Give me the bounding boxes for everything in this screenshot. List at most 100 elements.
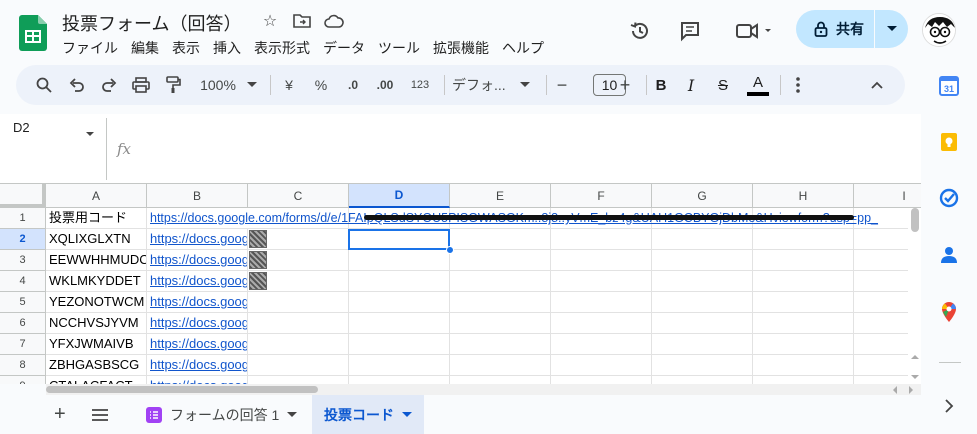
empty-cell[interactable] [652, 313, 753, 334]
empty-cell[interactable] [450, 250, 551, 271]
scroll-left-arrow-icon[interactable] [892, 386, 898, 394]
empty-cell[interactable] [551, 292, 652, 313]
font-size-decrease-button[interactable]: − [552, 65, 572, 105]
cell-b9[interactable]: https://docs.goog [147, 376, 248, 384]
cell-b5[interactable]: https://docs.goog [147, 292, 248, 313]
meet-video-icon[interactable] [730, 13, 776, 49]
row-header-7[interactable]: 7 [0, 334, 46, 355]
empty-cell[interactable] [450, 271, 551, 292]
scroll-up-arrow-icon[interactable] [911, 354, 919, 360]
select-all-corner[interactable] [0, 184, 46, 208]
empty-cell[interactable] [349, 229, 450, 250]
menu-format[interactable]: 表示形式 [254, 38, 310, 58]
empty-cell[interactable] [753, 334, 854, 355]
text-color-button[interactable]: A [746, 65, 770, 105]
user-avatar[interactable] [922, 13, 956, 47]
zoom-dropdown-icon[interactable] [245, 65, 259, 105]
cell-a3[interactable]: EEWWHHMUDC [46, 250, 147, 271]
menu-data[interactable]: データ [323, 38, 365, 58]
print-icon[interactable] [129, 65, 153, 105]
share-dropdown-icon[interactable] [875, 26, 908, 32]
paint-format-icon[interactable] [161, 65, 185, 105]
menu-edit[interactable]: 編集 [131, 38, 159, 58]
qr-code-image[interactable] [249, 251, 267, 269]
collapse-toolbar-icon[interactable] [866, 65, 888, 105]
empty-cell[interactable] [652, 355, 753, 376]
empty-cell[interactable] [652, 292, 753, 313]
column-header-b[interactable]: B [147, 184, 248, 208]
row-header-5[interactable]: 5 [0, 292, 46, 313]
cell-b6[interactable]: https://docs.goog [147, 313, 248, 334]
empty-cell[interactable] [753, 271, 854, 292]
font-dropdown-icon[interactable] [518, 65, 532, 105]
undo-icon[interactable] [65, 65, 89, 105]
add-sheet-button[interactable]: + [54, 395, 66, 434]
qr-code-image[interactable] [249, 272, 267, 290]
cell-b3[interactable]: https://docs.goog [147, 250, 248, 271]
empty-cell[interactable] [349, 271, 450, 292]
more-options-icon[interactable] [788, 65, 808, 105]
cell-b7[interactable]: https://docs.goog [147, 334, 248, 355]
cell-a2[interactable]: XQLIXGLXTN [46, 229, 147, 250]
empty-cell[interactable] [652, 229, 753, 250]
empty-cell[interactable] [450, 313, 551, 334]
row-header-4[interactable]: 4 [0, 271, 46, 292]
empty-cell[interactable] [248, 376, 349, 384]
empty-cell[interactable] [450, 376, 551, 384]
column-header-c[interactable]: C [248, 184, 349, 208]
empty-cell[interactable] [349, 313, 450, 334]
bold-button[interactable]: B [650, 65, 672, 105]
fill-handle[interactable] [446, 246, 454, 254]
empty-cell[interactable] [753, 292, 854, 313]
empty-cell[interactable] [450, 292, 551, 313]
calendar-icon[interactable]: 31 [939, 76, 961, 98]
scroll-right-arrow-icon[interactable] [908, 386, 914, 394]
cell-a1[interactable]: 投票用コード [46, 208, 147, 229]
menu-help[interactable]: ヘルプ [502, 38, 544, 58]
empty-cell[interactable] [551, 334, 652, 355]
cell-a4[interactable]: WKLMKYDDET [46, 271, 147, 292]
font-size-increase-button[interactable]: + [614, 65, 636, 105]
row-header-3[interactable]: 3 [0, 250, 46, 271]
zoom-select[interactable]: 100% [194, 65, 242, 105]
column-header-h[interactable]: H [753, 184, 854, 208]
column-header-g[interactable]: G [652, 184, 753, 208]
empty-cell[interactable] [652, 250, 753, 271]
horizontal-scrollbar[interactable] [46, 384, 921, 395]
empty-cell[interactable] [551, 250, 652, 271]
version-history-icon[interactable] [622, 13, 658, 49]
row-header-9[interactable]: 9 [0, 376, 46, 384]
italic-button[interactable]: I [680, 65, 702, 105]
cell-b4[interactable]: https://docs.goog [147, 271, 248, 292]
increase-decimal-button[interactable]: .00 [370, 65, 400, 105]
menu-tools[interactable]: ツール [378, 38, 420, 58]
maps-icon[interactable] [939, 301, 961, 323]
column-header-d[interactable]: D [349, 184, 450, 208]
horizontal-scroll-thumb[interactable] [46, 386, 318, 393]
empty-cell[interactable] [450, 355, 551, 376]
empty-cell[interactable] [652, 376, 753, 384]
column-header-a[interactable]: A [46, 184, 147, 208]
row-header-6[interactable]: 6 [0, 313, 46, 334]
decrease-decimal-button[interactable]: .0 [340, 65, 366, 105]
sheet-tab-form-responses[interactable]: フォームの回答 1 [146, 395, 298, 434]
sheets-logo-icon[interactable] [19, 15, 47, 51]
share-button[interactable]: 共有 [796, 10, 908, 48]
row-header-2[interactable]: 2 [0, 229, 46, 250]
empty-cell[interactable] [551, 355, 652, 376]
row-header-1[interactable]: 1 [0, 208, 46, 229]
currency-format-button[interactable]: ¥ [278, 65, 300, 105]
cell-a7[interactable]: YFXJWMAIVB [46, 334, 147, 355]
empty-cell[interactable] [753, 313, 854, 334]
cell-a5[interactable]: YEZONOTWCM [46, 292, 147, 313]
star-icon[interactable]: ☆ [260, 11, 280, 31]
percent-format-button[interactable]: % [310, 65, 332, 105]
menu-file[interactable]: ファイル [62, 38, 118, 58]
font-family-select[interactable]: デフォ... [452, 65, 518, 105]
name-box-dropdown-icon[interactable] [86, 124, 94, 142]
cell-b8[interactable]: https://docs.goog [147, 355, 248, 376]
empty-cell[interactable] [652, 334, 753, 355]
empty-cell[interactable] [248, 334, 349, 355]
cell-b2[interactable]: https://docs.goog [147, 229, 248, 250]
empty-cell[interactable] [349, 250, 450, 271]
